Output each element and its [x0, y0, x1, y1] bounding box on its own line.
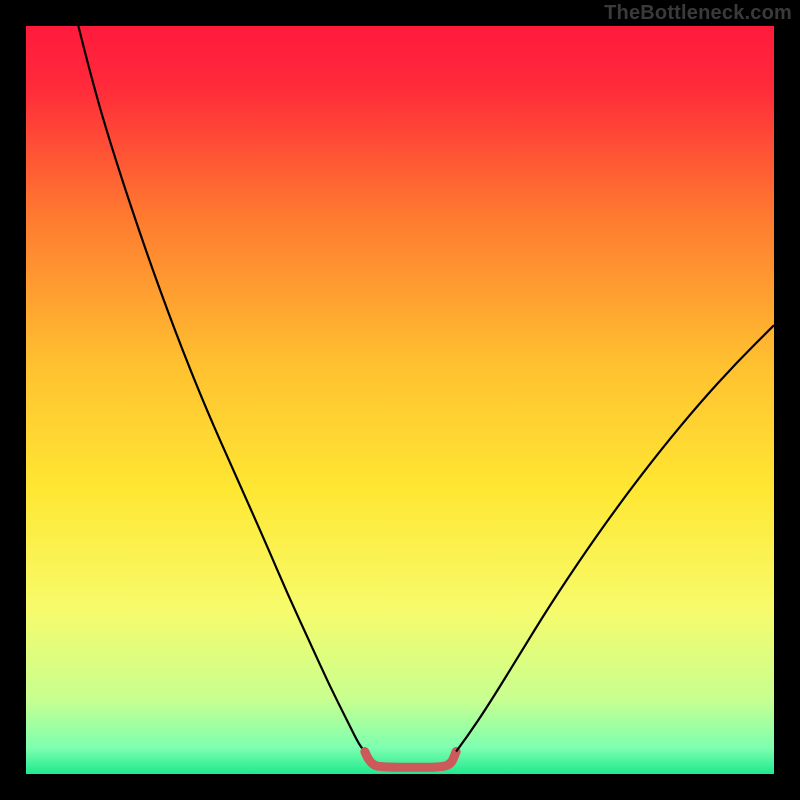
chart-container: TheBottleneck.com [0, 0, 800, 800]
plot-area [26, 26, 774, 774]
series-right-curve [456, 325, 774, 751]
series-floor-segment [365, 752, 456, 768]
watermark-text: TheBottleneck.com [604, 2, 792, 25]
series-left-curve [78, 26, 364, 752]
curve-layer [26, 26, 774, 774]
